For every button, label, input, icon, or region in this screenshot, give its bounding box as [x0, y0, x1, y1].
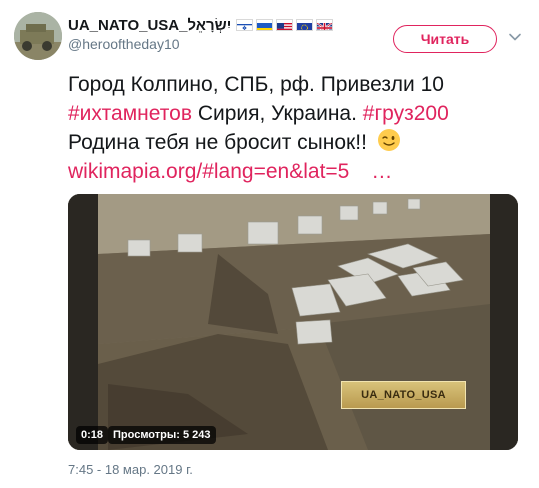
video-watermark: UA_NATO_USA	[341, 381, 466, 409]
usa-flag-icon	[276, 19, 294, 31]
eu-flag-icon	[296, 19, 314, 31]
author-name-row[interactable]: UA_NATO_USA_יִשְׂרָאֵל	[68, 15, 334, 35]
display-name[interactable]: UA_NATO_USA_יִשְׂרָאֵל	[68, 17, 231, 34]
tweet-line-2: #ихтамнетов Сирия, Украина. #груз200	[68, 99, 528, 128]
tweet-line-3-text: Родина тебя не бросит сынок!!	[68, 131, 373, 154]
tweet-card: UA_NATO_USA_יִשְׂרָאֵל @herooftheday10 Ч…	[0, 0, 539, 488]
avatar[interactable]	[14, 12, 62, 60]
link-ellipsis[interactable]: …	[371, 160, 392, 183]
uk-flag-icon	[316, 19, 334, 31]
chevron-down-icon[interactable]	[508, 30, 522, 44]
tweet-text: Город Колпино, СПБ, рф. Привезли 10 #ихт…	[68, 70, 528, 186]
author-handle[interactable]: @herooftheday10	[68, 36, 180, 52]
tweet-line-2-text: Сирия, Украина.	[191, 102, 363, 125]
video-views: Просмотры: 5 243	[108, 426, 216, 444]
video-duration: 0:18	[76, 426, 109, 444]
tweet-timestamp[interactable]: 7:45 - 18 мар. 2019 г.	[68, 462, 193, 477]
video-frame	[68, 194, 518, 450]
wikimapia-link[interactable]: wikimapia.org/#lang=en&lat=5	[68, 160, 349, 183]
winking-face-icon	[377, 129, 400, 151]
hashtag-ihtamnetov[interactable]: #ихтамнетов	[68, 102, 192, 125]
tweet-line-1: Город Колпино, СПБ, рф. Привезли 10	[68, 73, 444, 96]
ukraine-flag-icon	[256, 19, 274, 31]
follow-button[interactable]: Читать	[393, 25, 497, 53]
video-player[interactable]: UA_NATO_USA 0:18 Просмотры: 5 243	[68, 194, 518, 450]
tweet-line-4: wikimapia.org/#lang=en&lat=5 …	[68, 157, 528, 186]
hashtag-gruz200[interactable]: #груз200	[363, 102, 449, 125]
tweet-line-3: Родина тебя не бросит сынок!!	[68, 128, 528, 157]
israel-flag-icon	[236, 19, 254, 31]
